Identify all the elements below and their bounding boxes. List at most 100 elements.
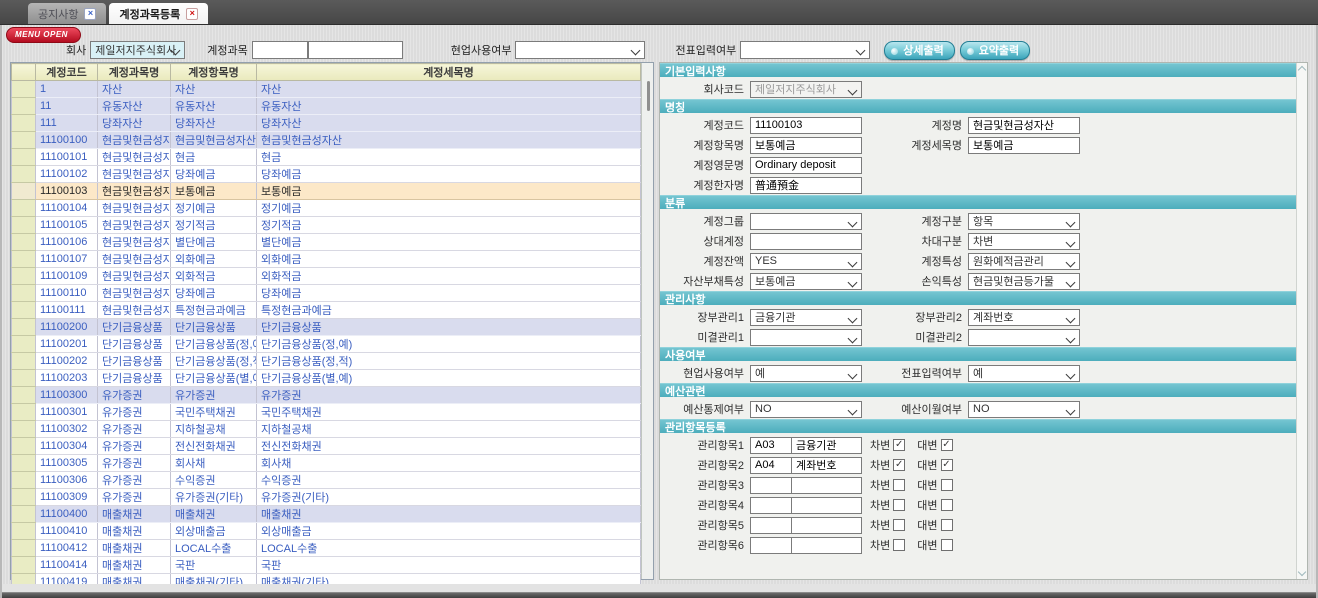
grid-cell[interactable]: 유가증권 — [98, 421, 171, 438]
row-selector-cell[interactable] — [12, 166, 36, 183]
grid-cell[interactable]: 지하철공채 — [171, 421, 257, 438]
grid-cell[interactable]: 11100412 — [36, 540, 98, 557]
credit-checkbox[interactable] — [941, 539, 953, 551]
row-selector-cell[interactable] — [12, 472, 36, 489]
grid-cell[interactable]: 자산 — [98, 81, 171, 98]
debit-checkbox[interactable]: ✓ — [893, 439, 905, 451]
grid-cell[interactable]: 유가증권 — [98, 387, 171, 404]
account-hanja-field[interactable] — [750, 177, 862, 194]
table-row[interactable]: 11100101현금및현금성자산현금현금 — [12, 149, 641, 166]
table-row[interactable]: 11100202단기금융상품단기금융상품(정,적)단기금융상품(정,적) — [12, 353, 641, 370]
row-selector-cell[interactable] — [12, 81, 36, 98]
grid-cell[interactable]: 11 — [36, 98, 98, 115]
grid-cell[interactable]: 현금및현금성자산 — [98, 200, 171, 217]
table-row[interactable]: 11100111현금및현금성자산특정현금과예금특정현금과예금 — [12, 302, 641, 319]
grid-cell[interactable]: 당좌자산 — [257, 115, 641, 132]
budget-control-select[interactable]: NO — [750, 401, 862, 418]
table-row[interactable]: 11100309유가증권유가증권(기타)유가증권(기타) — [12, 489, 641, 506]
grid-cell[interactable]: 11100300 — [36, 387, 98, 404]
grid-cell[interactable]: 현금및현금성자산 — [98, 251, 171, 268]
grid-cell[interactable]: 11100102 — [36, 166, 98, 183]
row-selector-cell[interactable] — [12, 319, 36, 336]
grid-cell[interactable]: 단기금융상품(정,예) — [171, 336, 257, 353]
grid-cell[interactable]: 유가증권 — [98, 472, 171, 489]
grid-cell[interactable]: 국민주택채권 — [257, 404, 641, 421]
table-row[interactable]: 11100103현금및현금성자산보통예금보통예금 — [12, 183, 641, 200]
grid-cell[interactable]: 11100302 — [36, 421, 98, 438]
row-selector-cell[interactable] — [12, 234, 36, 251]
grid-cell[interactable]: 외화예금 — [257, 251, 641, 268]
field-use-select[interactable] — [515, 41, 645, 59]
account-balance-select[interactable]: YES — [750, 253, 862, 270]
drcr-select[interactable]: 차변 — [968, 233, 1080, 250]
grid-cell[interactable]: 현금및현금성자산 — [98, 268, 171, 285]
row-selector-cell[interactable] — [12, 557, 36, 574]
mgmt-item-code-input[interactable] — [750, 477, 792, 494]
slip-input-select[interactable] — [740, 41, 870, 59]
open-mgmt2-select[interactable] — [968, 329, 1080, 346]
contra-account-field[interactable] — [750, 233, 862, 250]
grid-cell[interactable]: 수익증권 — [171, 472, 257, 489]
grid-cell[interactable]: 11100201 — [36, 336, 98, 353]
book-mgmt1-select[interactable]: 금융기관 — [750, 309, 862, 326]
slip-input-form-select[interactable]: 예 — [968, 365, 1080, 382]
grid-cell[interactable]: 정기예금 — [171, 200, 257, 217]
grid-cell[interactable]: 유가증권 — [98, 404, 171, 421]
grid-cell[interactable]: 현금및현금성자산 — [98, 285, 171, 302]
grid-cell[interactable]: 외화적금 — [257, 268, 641, 285]
grid-cell[interactable]: 11100110 — [36, 285, 98, 302]
grid-cell[interactable]: 현금및현금성자산 — [98, 166, 171, 183]
credit-checkbox[interactable]: ✓ — [941, 439, 953, 451]
row-selector-cell[interactable] — [12, 455, 36, 472]
grid-cell[interactable]: 단기금융상품 — [171, 319, 257, 336]
grid-cell[interactable]: 매출채권 — [98, 523, 171, 540]
table-row[interactable]: 11100110현금및현금성자산당좌예금당좌예금 — [12, 285, 641, 302]
grid-cell[interactable]: 매출채권 — [171, 506, 257, 523]
grid-cell[interactable]: 단기금융상품(별,예) — [257, 370, 641, 387]
credit-checkbox[interactable]: ✓ — [941, 459, 953, 471]
grid-cell[interactable]: 11100107 — [36, 251, 98, 268]
grid-cell[interactable]: 정기적금 — [171, 217, 257, 234]
row-selector-cell[interactable] — [12, 336, 36, 353]
table-row[interactable]: 11100410매출채권외상매출금외상매출금 — [12, 523, 641, 540]
grid-cell[interactable]: 유동자산 — [171, 98, 257, 115]
grid-cell[interactable]: 당좌예금 — [171, 285, 257, 302]
scroll-down-icon[interactable] — [1298, 568, 1306, 576]
table-row[interactable]: 11100412매출채권LOCAL수출LOCAL수출 — [12, 540, 641, 557]
mgmt-item-name-input[interactable] — [791, 457, 862, 474]
grid-cell[interactable]: 별단예금 — [171, 234, 257, 251]
grid-cell[interactable]: 국판 — [171, 557, 257, 574]
mgmt-item-name-input[interactable] — [791, 437, 862, 454]
row-selector-cell[interactable] — [12, 268, 36, 285]
grid-cell[interactable]: 자산 — [171, 81, 257, 98]
book-mgmt2-select[interactable]: 계좌번호 — [968, 309, 1080, 326]
grid-cell[interactable]: 유가증권 — [257, 387, 641, 404]
company-code-select[interactable]: 제일저지주식회사 — [750, 81, 862, 98]
grid-cell[interactable]: 11100101 — [36, 149, 98, 166]
grid-cell[interactable]: 현금및현금성자산 — [98, 217, 171, 234]
grid-cell[interactable]: 11100103 — [36, 183, 98, 200]
close-icon[interactable]: × — [186, 8, 198, 20]
account-name-input[interactable] — [308, 41, 403, 59]
row-selector-cell[interactable] — [12, 149, 36, 166]
open-mgmt1-select[interactable] — [750, 329, 862, 346]
mgmt-item-code-input[interactable] — [750, 517, 792, 534]
grid-cell[interactable]: 매출채권 — [98, 540, 171, 557]
account-code-input[interactable] — [252, 41, 308, 59]
grid-cell[interactable]: 당좌자산 — [171, 115, 257, 132]
grid-cell[interactable]: 111 — [36, 115, 98, 132]
mgmt-item-name-input[interactable] — [791, 517, 862, 534]
summary-print-button[interactable]: 요약출력 — [960, 41, 1030, 60]
asset-liability-trait-select[interactable]: 보통예금 — [750, 273, 862, 290]
grid-cell[interactable]: 11100203 — [36, 370, 98, 387]
credit-checkbox[interactable] — [941, 479, 953, 491]
grid-cell[interactable]: 11100109 — [36, 268, 98, 285]
grid-cell[interactable]: 매출채권 — [98, 506, 171, 523]
grid-cell[interactable]: 1 — [36, 81, 98, 98]
account-trait-select[interactable]: 원화예적금관리 — [968, 253, 1080, 270]
table-row[interactable]: 11100200단기금융상품단기금융상품단기금융상품 — [12, 319, 641, 336]
table-row[interactable]: 11유동자산유동자산유동자산 — [12, 98, 641, 115]
row-selector-cell[interactable] — [12, 183, 36, 200]
grid-cell[interactable]: 유동자산 — [98, 98, 171, 115]
account-item-field[interactable] — [750, 137, 862, 154]
